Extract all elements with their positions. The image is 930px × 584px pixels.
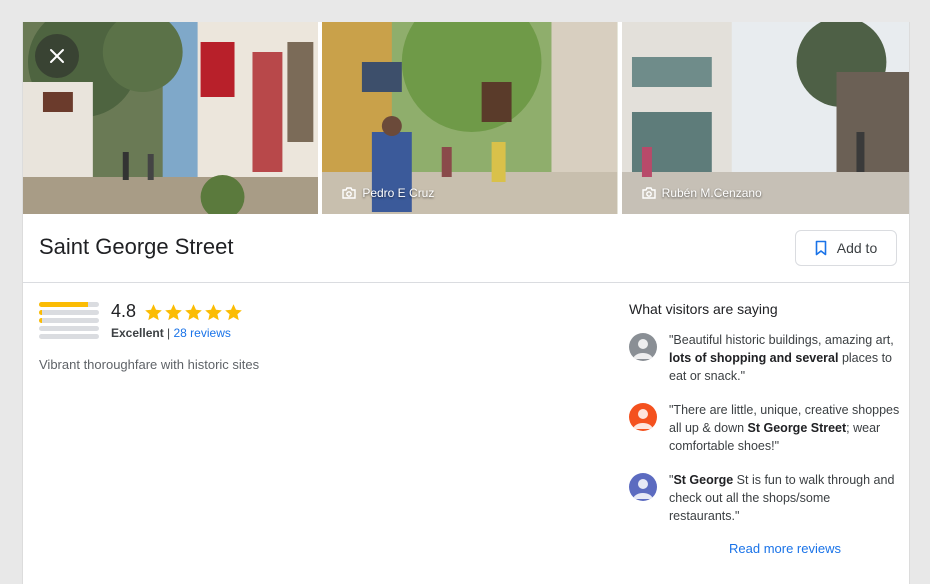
rating-summary: 4.8 Excellent | 28 reviews bbox=[39, 301, 243, 340]
rating-bar-4 bbox=[39, 310, 99, 315]
person-icon bbox=[633, 339, 653, 359]
review-item: "Beautiful historic buildings, amazing a… bbox=[629, 331, 901, 385]
add-to-button[interactable]: Add to bbox=[795, 230, 897, 266]
photo-2[interactable]: Pedro E Cruz bbox=[322, 22, 618, 214]
camera-icon bbox=[342, 187, 357, 199]
place-card: Pedro E Cruz Rubén M.Cenzano Saint Georg… bbox=[22, 22, 910, 584]
rating-distribution bbox=[39, 301, 99, 340]
photo-3[interactable]: Rubén M.Cenzano bbox=[621, 22, 909, 214]
person-icon bbox=[633, 409, 653, 429]
photo-credit-text: Pedro E Cruz bbox=[362, 186, 435, 200]
star-icon bbox=[145, 303, 162, 320]
avatar bbox=[629, 403, 657, 431]
visitors-title: What visitors are saying bbox=[629, 301, 778, 317]
close-icon bbox=[50, 49, 64, 63]
photo-strip: Pedro E Cruz Rubén M.Cenzano bbox=[23, 22, 909, 214]
star-icon bbox=[165, 303, 182, 320]
star-icon bbox=[205, 303, 222, 320]
review-item: "St George St is fun to walk through and… bbox=[629, 471, 901, 525]
add-to-label: Add to bbox=[836, 240, 878, 256]
place-title: Saint George Street bbox=[39, 234, 234, 259]
bookmark-icon bbox=[815, 240, 827, 256]
photo-credit: Pedro E Cruz bbox=[342, 186, 434, 200]
photo-1[interactable] bbox=[23, 22, 319, 214]
avatar bbox=[629, 333, 657, 361]
review-item: "There are little, unique, creative shop… bbox=[629, 401, 901, 455]
rating-bar-3 bbox=[39, 318, 99, 323]
rating-bar-1 bbox=[39, 334, 99, 339]
star-icon bbox=[185, 303, 202, 320]
avatar bbox=[629, 473, 657, 501]
photo-credit-text: Rubén M.Cenzano bbox=[661, 186, 762, 200]
rating-text: 4.8 Excellent | 28 reviews bbox=[111, 301, 243, 340]
rating-stars bbox=[144, 303, 243, 321]
place-details: 4.8 Excellent | 28 reviews Vibrant thoro… bbox=[23, 283, 909, 583]
review-text: "There are little, unique, creative shop… bbox=[669, 403, 900, 453]
rating-bar-5 bbox=[39, 302, 99, 307]
close-button[interactable] bbox=[35, 34, 79, 78]
read-more-reviews-link[interactable]: Read more reviews bbox=[629, 541, 901, 556]
rating-score: 4.8 bbox=[111, 301, 137, 321]
place-header: Saint George Street Add to bbox=[23, 214, 909, 283]
review-text: "Beautiful historic buildings, amazing a… bbox=[669, 333, 894, 383]
visitor-reviews: What visitors are saying "Beautiful hist… bbox=[629, 301, 901, 556]
star-icon bbox=[225, 303, 242, 320]
rating-caption: Excellent | 28 reviews bbox=[111, 326, 231, 340]
photo-credit: Rubén M.Cenzano bbox=[641, 186, 762, 200]
person-icon bbox=[633, 479, 653, 499]
review-text: "St George St is fun to walk through and… bbox=[669, 473, 895, 523]
place-description: Vibrant thoroughfare with historic sites bbox=[39, 357, 260, 372]
rating-bar-2 bbox=[39, 326, 99, 331]
reviews-link[interactable]: 28 reviews bbox=[174, 326, 231, 340]
rating-word: Excellent bbox=[111, 326, 164, 340]
camera-icon bbox=[641, 187, 656, 199]
